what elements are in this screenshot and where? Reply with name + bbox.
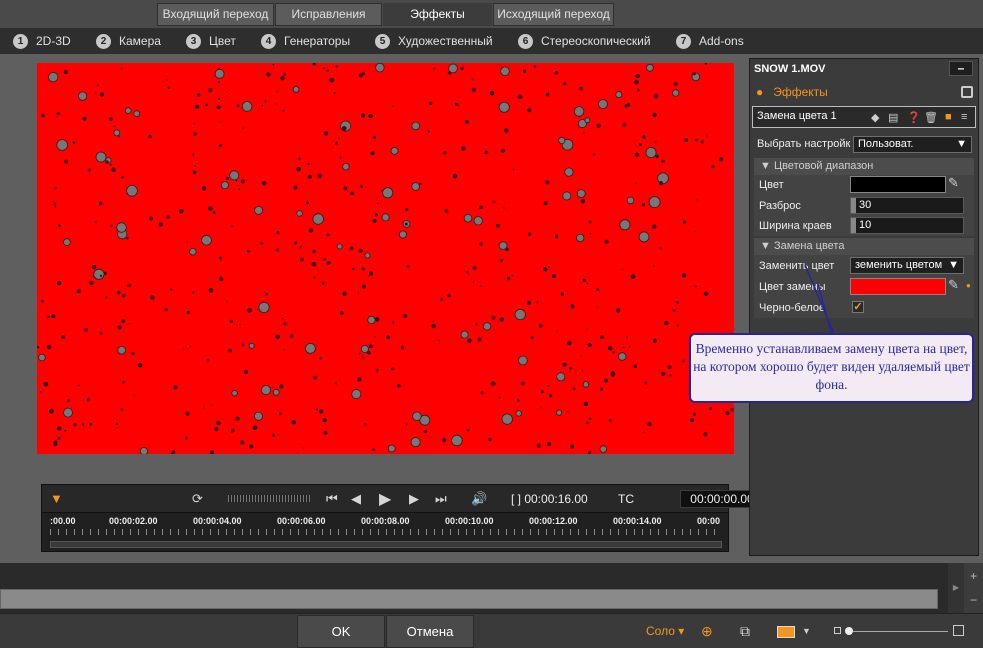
export-icon[interactable]: ⧉ [740,623,750,640]
zoom-in-square-icon[interactable] [953,625,964,636]
timeline-side-controls: + − [964,563,983,613]
solo-label: Соло [646,624,675,638]
timeline-area [0,563,983,613]
bottom-bar: OK Отмена Соло ▾ ⊕ ⧉ ▼ [0,613,983,648]
zoom-slider-track[interactable] [853,631,948,632]
chevron-down-icon[interactable]: ▼ [802,626,811,636]
aspect-ratio-icon[interactable] [777,626,795,638]
instruction-callout: Временно устанавливаем замену цвета на ц… [689,333,974,403]
ok-button[interactable]: OK [297,615,385,648]
cancel-button[interactable]: Отмена [386,615,474,648]
zoom-slider-knob[interactable] [845,627,853,635]
timeline-track[interactable] [0,589,938,609]
solo-button[interactable]: Соло ▾ [646,624,684,638]
zoom-in-icon[interactable]: + [964,569,983,583]
scroll-right-icon[interactable]: ▶ [948,563,964,613]
target-icon[interactable]: ⊕ [701,623,713,640]
callout-pointer [804,264,836,337]
zoom-out-square-icon[interactable] [834,627,841,634]
zoom-out-icon[interactable]: − [964,593,983,607]
